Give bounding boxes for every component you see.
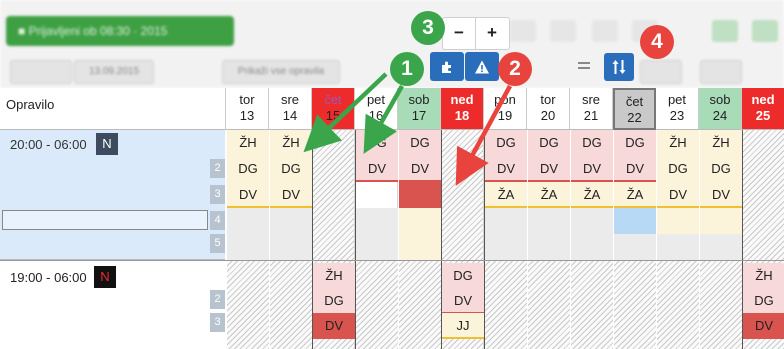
arrow-2-to-hatched [455, 84, 512, 186]
arrow-1-to-dg [363, 84, 404, 154]
annotation-arrows [303, 72, 512, 186]
